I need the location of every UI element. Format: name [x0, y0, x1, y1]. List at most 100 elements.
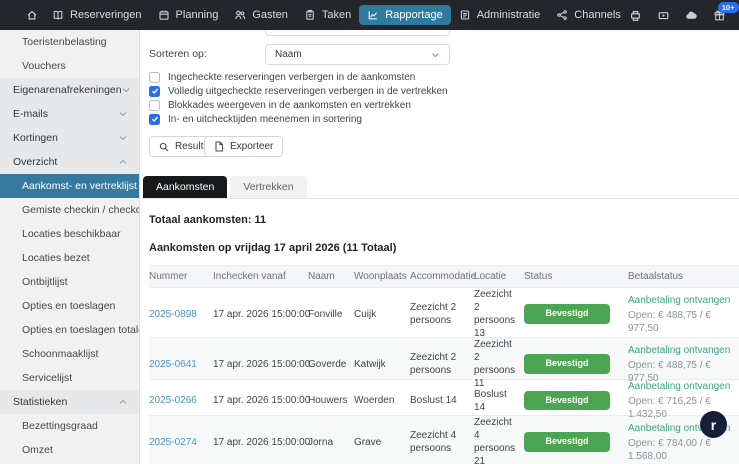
checkbox-unchecked[interactable]	[149, 72, 160, 83]
share-network-icon	[556, 9, 568, 21]
tab-aankomsten[interactable]: Aankomsten	[143, 176, 227, 198]
column-header-betaalstatus: Betaalstatus	[628, 270, 739, 283]
location: Boslust 14	[474, 388, 524, 414]
sidebar-item-locaties-bezet[interactable]: Locaties bezet	[0, 246, 139, 270]
chevron-down-icon	[119, 135, 127, 141]
sidebar-section-overzicht[interactable]: Overzicht	[0, 150, 139, 174]
nav-item-reserveringen[interactable]: Reserveringen	[44, 5, 150, 25]
payment-open-amount: Open: € 488,75 / € 977,50	[628, 309, 731, 335]
column-header-nummer: Nummer	[149, 270, 213, 283]
users-icon	[234, 9, 246, 21]
sidebar-item-bezettingsgraad[interactable]: Bezettingsgraad	[0, 414, 139, 438]
book-icon	[52, 9, 64, 21]
nav-item-gasten[interactable]: Gasten	[226, 5, 295, 25]
export-button[interactable]: Exporteer	[204, 136, 283, 157]
sidebar-item-aankomst-en-vertreklijst[interactable]: Aankomst- en vertreklijst	[0, 174, 139, 198]
guest-name: Jorna	[308, 436, 354, 449]
reservation-link[interactable]: 2025-0274	[149, 437, 197, 448]
table-row: 2025-0641 17 apr. 2026 15:00:00 Goverde …	[149, 338, 739, 380]
video-icon[interactable]	[657, 9, 670, 22]
guest-city: Cuijk	[354, 308, 410, 321]
accommodation: Boslust 14	[410, 394, 474, 407]
print-icon[interactable]	[629, 9, 642, 22]
column-header-woonplaats: Woonplaats	[354, 270, 410, 283]
gift-badge: 10+	[718, 2, 739, 13]
nav-item-label: Taken	[322, 9, 351, 21]
table-row: 2025-0898 17 apr. 2026 15:00:00 Fonville…	[149, 288, 739, 338]
column-header-inchecken-vanaf: Inchecken vanaf	[213, 270, 308, 283]
column-header-locatie: Locatie	[474, 270, 524, 283]
guest-city: Grave	[354, 436, 410, 449]
tab-vertrekken[interactable]: Vertrekken	[230, 176, 306, 198]
payment-open-amount: Open: € 784,00 / € 1.568,00	[628, 437, 731, 463]
checkbox-checked[interactable]	[149, 86, 160, 97]
checkbox-checked[interactable]	[149, 114, 160, 125]
checkbox-row-ingecheckte: Ingecheckte reserveringen verbergen in d…	[149, 70, 415, 84]
guest-name: Goverde	[308, 358, 354, 371]
sort-select[interactable]: Naam	[265, 44, 450, 65]
export-file-icon	[214, 141, 224, 152]
location: Zeezicht 4 persoons 21	[474, 416, 524, 464]
sidebar-section-statistieken[interactable]: Statistieken	[0, 390, 139, 414]
main-content: Sorteren op: Naam Ingecheckte reserverin…	[141, 30, 739, 464]
sort-select-value: Naam	[275, 49, 302, 60]
search-icon	[159, 142, 169, 152]
cloud-icon[interactable]	[685, 9, 698, 22]
status-badge: Bevestigd	[524, 432, 610, 452]
table-row: 2025-0266 17 apr. 2026 15:00:00 Houwers …	[149, 380, 739, 416]
column-header-accommodatie: Accommodatie	[410, 270, 474, 283]
home-icon	[26, 9, 38, 21]
sidebar-item-servicelijst[interactable]: Servicelijst	[0, 366, 139, 390]
sidebar-item-vouchers[interactable]: Vouchers	[0, 54, 139, 78]
nav-item-administratie[interactable]: Administratie	[451, 5, 549, 25]
sidebar-item-omzet[interactable]: Omzet	[0, 438, 139, 462]
gift-icon[interactable]: 10+	[713, 9, 726, 22]
sidebar-item-opties-en-toeslagen-totalen[interactable]: Opties en toeslagen totalen	[0, 318, 139, 342]
nav-item-label: Administratie	[477, 9, 541, 21]
guest-name: Houwers	[308, 394, 354, 407]
checkbox-unchecked[interactable]	[149, 100, 160, 111]
column-header-naam: Naam	[308, 270, 354, 283]
calendar-icon	[158, 9, 170, 21]
nav-item-planning[interactable]: Planning	[150, 5, 227, 25]
nav-item-taken[interactable]: Taken	[296, 5, 359, 25]
sidebar-item-ontbijtlijst[interactable]: Ontbijtlijst	[0, 270, 139, 294]
sidebar-item-locaties-beschikbaar[interactable]: Locaties beschikbaar	[0, 222, 139, 246]
checkbox-row-blokkades: Blokkades weergeven in de aankomsten en …	[149, 98, 411, 112]
select-partial-cutoff[interactable]	[265, 30, 450, 36]
sidebar-section-emails[interactable]: E-mails	[0, 102, 139, 126]
column-header-status: Status	[524, 270, 628, 283]
nav-item-label: Gasten	[252, 9, 287, 21]
table-header-row: Nummer Inchecken vanaf Naam Woonplaats A…	[149, 266, 739, 288]
navbar-actions: 10+ ⚙ ⋮	[629, 3, 739, 27]
chevron-down-icon	[431, 52, 440, 58]
sidebar-item-toeristenbelasting[interactable]: Toeristenbelasting	[0, 30, 139, 54]
sidebar-item-gemiste-checkin-checkout[interactable]: Gemiste checkin / checkout	[0, 198, 139, 222]
home-button[interactable]	[20, 5, 44, 25]
sidebar-item-schoonmaaklijst[interactable]: Schoonmaaklijst	[0, 342, 139, 366]
reservation-link[interactable]: 2025-0266	[149, 395, 197, 406]
arrivals-table: Nummer Inchecken vanaf Naam Woonplaats A…	[149, 265, 739, 464]
reservation-link[interactable]: 2025-0641	[149, 359, 197, 370]
location: Zeezicht 2 persoons 11	[474, 338, 524, 390]
payment-status-link[interactable]: Aanbetaling ontvangen	[628, 344, 731, 357]
status-badge: Bevestigd	[524, 304, 610, 324]
nav-item-channels[interactable]: Channels	[548, 5, 628, 25]
accommodation: Zeezicht 4 persoons	[410, 429, 474, 455]
app-window: Reserveringen Planning Gasten Taken Rapp…	[0, 0, 739, 464]
nav-item-rapportage[interactable]: Rapportage	[359, 5, 451, 25]
sidebar-section-kortingen[interactable]: Kortingen	[0, 126, 139, 150]
chart-icon	[367, 9, 379, 21]
checkin-from: 17 apr. 2026 15:00:00	[213, 394, 308, 407]
chevron-up-icon	[119, 159, 127, 165]
nav-item-label: Planning	[176, 9, 219, 21]
reservation-link[interactable]: 2025-0898	[149, 309, 197, 320]
payment-status-link[interactable]: Aanbetaling ontvangen	[628, 294, 731, 307]
sidebar-section-eigenarenafrekeningen[interactable]: Eigenarenafrekeningen	[0, 78, 139, 102]
payment-status-link[interactable]: Aanbetaling ontvangen	[628, 380, 731, 393]
nav-item-label: Channels	[574, 9, 620, 21]
checkin-from: 17 apr. 2026 15:00:00	[213, 436, 308, 449]
support-widget-button[interactable]: r	[700, 411, 727, 438]
sidebar-item-opties-en-toeslagen[interactable]: Opties en toeslagen	[0, 294, 139, 318]
nav-item-label: Rapportage	[385, 9, 443, 21]
